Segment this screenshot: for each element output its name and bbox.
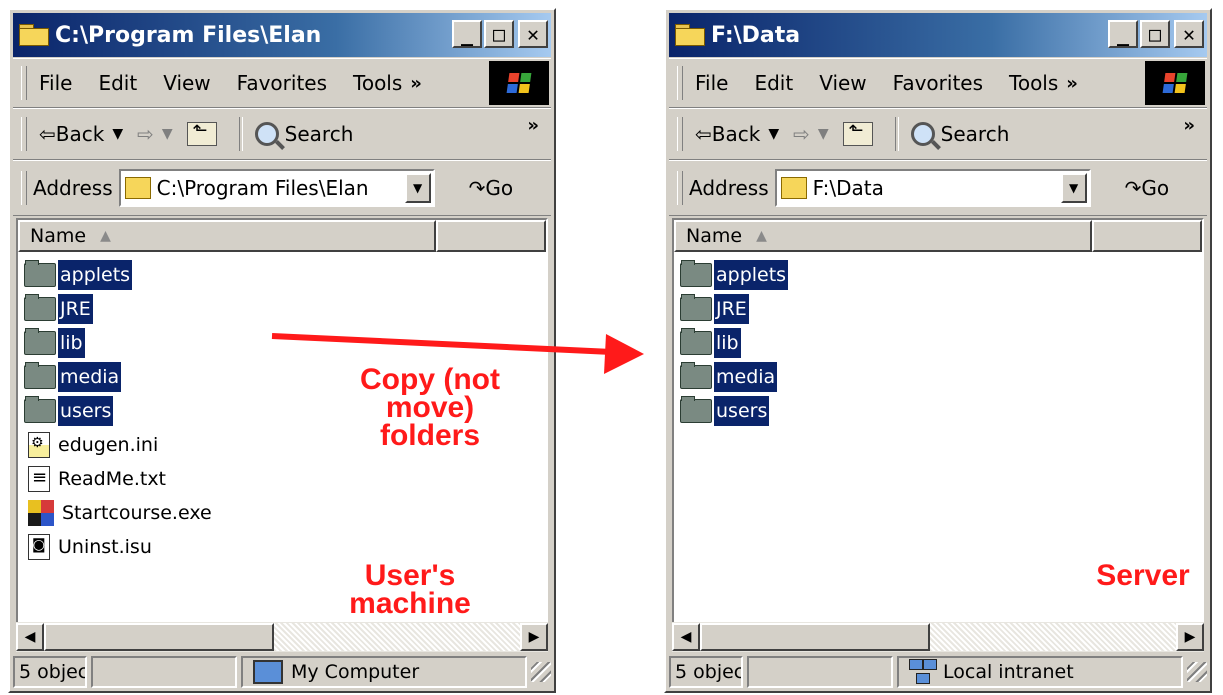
copy-annotation-line2: folders	[379, 419, 481, 452]
copy-arrowhead	[604, 334, 644, 374]
copy-annotation-line1: Copy (not move)	[360, 363, 500, 424]
copy-arrow	[271, 333, 644, 374]
server-label: Server	[1096, 559, 1190, 592]
copy-arrow-line	[271, 333, 613, 355]
copy-annotation: Copy (not move) folders	[312, 363, 548, 452]
users-machine-label: User's machine	[349, 559, 471, 620]
